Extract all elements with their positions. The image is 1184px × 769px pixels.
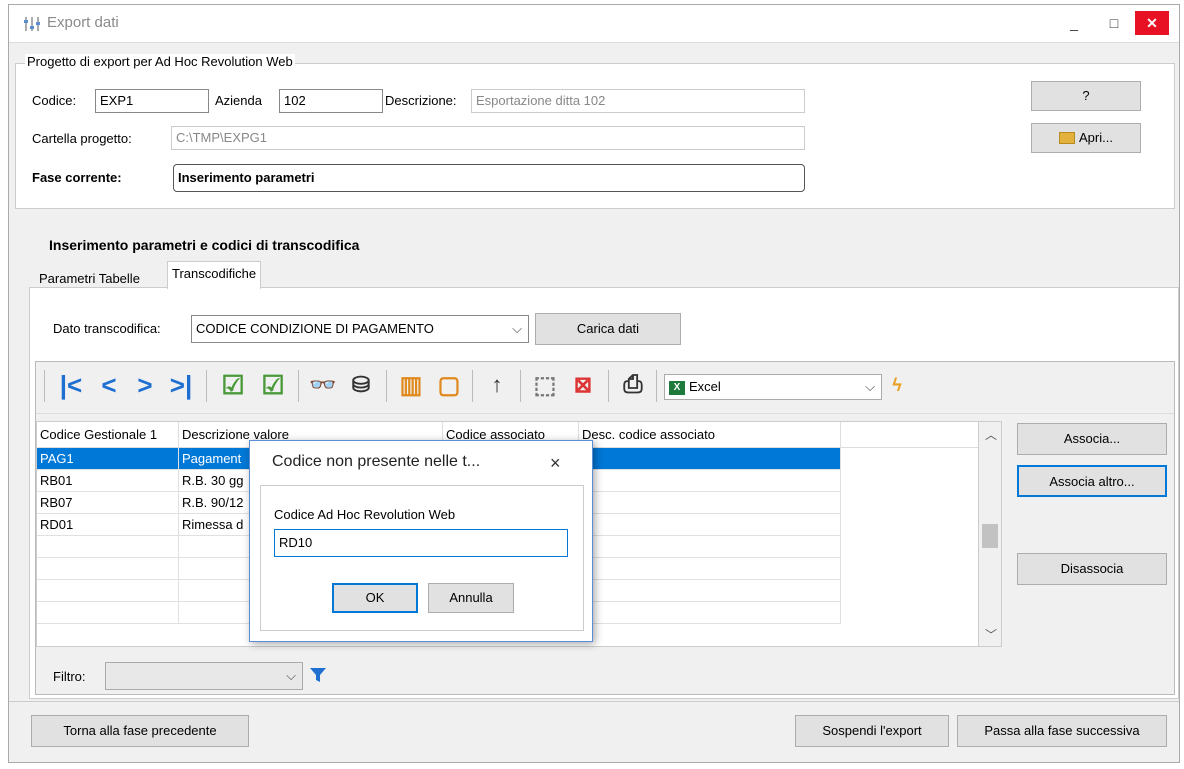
title-bar: Export dati _ □ ✕ — [9, 5, 1179, 43]
minimize-button[interactable]: _ — [1057, 11, 1091, 35]
export-format-select[interactable]: X Excel ⌵ — [664, 374, 882, 400]
cell-desc-associato — [579, 514, 841, 536]
excel-icon: X — [669, 380, 685, 395]
cartella-field[interactable]: C:\TMP\EXPG1 — [171, 126, 805, 150]
associa-button[interactable]: Associa... — [1017, 423, 1167, 455]
tab-transcodifiche[interactable]: Transcodifiche — [167, 261, 262, 289]
scroll-thumb[interactable] — [982, 524, 998, 548]
transcodifica-label: Dato transcodifica: — [53, 321, 161, 336]
ok-button[interactable]: OK — [332, 583, 418, 613]
codice-label: Codice: — [32, 93, 77, 108]
project-group-title: Progetto di export per Ad Hoc Revolution… — [25, 54, 295, 69]
cell-desc-associato — [579, 448, 841, 470]
chevron-down-icon: ⌵ — [286, 668, 296, 683]
sort-az-icon[interactable]: ↑ — [482, 370, 512, 400]
cell-codice: RD01 — [37, 514, 179, 536]
deselect-icon[interactable]: ⊠ — [568, 370, 598, 400]
column-header[interactable]: Codice Gestionale 1 — [37, 422, 179, 448]
fase-label: Fase corrente: — [32, 170, 122, 185]
cell-codice: PAG1 — [37, 448, 179, 470]
print-icon[interactable]: ⎙ — [618, 370, 648, 400]
scroll-down-icon[interactable]: ﹀ — [985, 626, 997, 643]
transcodifica-select[interactable]: CODICE CONDIZIONE DI PAGAMENTO ⌵ — [191, 315, 529, 343]
help-button[interactable]: ? — [1031, 81, 1141, 111]
next-record-icon[interactable]: > — [130, 370, 160, 400]
lightning-icon[interactable]: ϟ — [882, 370, 912, 400]
folder-icon — [1059, 131, 1076, 144]
cell-desc-associato — [579, 492, 841, 514]
cell-codice: RB01 — [37, 470, 179, 492]
codice-field[interactable]: EXP1 — [95, 89, 209, 113]
close-button[interactable]: ✕ — [1135, 11, 1169, 35]
next-phase-button[interactable]: Passa alla fase successiva — [957, 715, 1167, 747]
filtro-select[interactable]: ⌵ — [105, 662, 303, 690]
apri-label: Apri... — [1079, 130, 1113, 145]
new-document-icon[interactable]: ▢ — [434, 370, 464, 400]
sliders-icon — [24, 17, 40, 31]
dialog-close-icon[interactable]: × — [550, 453, 561, 474]
binoculars-icon[interactable]: 👓 — [308, 370, 338, 400]
descrizione-field[interactable]: Esportazione ditta 102 — [471, 89, 805, 113]
cell-desc-associato — [579, 470, 841, 492]
column-header[interactable]: Desc. codice associato — [579, 422, 841, 448]
dialog-field-label: Codice Ad Hoc Revolution Web — [274, 507, 456, 522]
fase-field: Inserimento parametri — [173, 164, 805, 192]
confirm-save-icon[interactable]: ☑ — [258, 370, 288, 400]
maximize-button[interactable]: □ — [1097, 11, 1131, 35]
confirm-icon[interactable]: ☑ — [218, 370, 248, 400]
export-format-value: Excel — [689, 379, 721, 394]
section-title: Inserimento parametri e codici di transc… — [49, 237, 360, 253]
cell-codice: RB07 — [37, 492, 179, 514]
descrizione-label: Descrizione: — [385, 93, 457, 108]
filter-icon[interactable] — [309, 666, 327, 684]
scroll-up-icon[interactable]: ︿ — [985, 426, 997, 443]
grid-toolbar: |< < > >| ☑ ☑ 👓 ⛁ ▥ ▢ ↑ ⬚ ⊠ ⎙ X Excel ⌵ ϟ — [36, 362, 1174, 414]
codice-input[interactable]: RD10 — [274, 529, 568, 557]
filtro-label: Filtro: — [53, 669, 86, 684]
export-window: Export dati _ □ ✕ Progetto di export per… — [8, 4, 1180, 763]
grid-scrollbar[interactable]: ︿ ﹀ — [978, 421, 1002, 647]
annulla-button[interactable]: Annulla — [428, 583, 514, 613]
chevron-down-icon: ⌵ — [512, 321, 522, 336]
cartella-label: Cartella progetto: — [32, 131, 132, 146]
back-button[interactable]: Torna alla fase precedente — [31, 715, 249, 747]
transcodifica-value: CODICE CONDIZIONE DI PAGAMENTO — [196, 321, 434, 336]
select-all-icon[interactable]: ⬚ — [530, 370, 560, 400]
codice-dialog: Codice non presente nelle t... × Codice … — [249, 440, 593, 642]
dialog-title: Codice non presente nelle t... — [272, 453, 481, 470]
associa-altro-button[interactable]: Associa altro... — [1017, 465, 1167, 497]
disassocia-button[interactable]: Disassocia — [1017, 553, 1167, 585]
carica-dati-button[interactable]: Carica dati — [535, 313, 681, 345]
last-record-icon[interactable]: >| — [166, 370, 196, 400]
column-header-empty — [841, 422, 979, 448]
footer-divider — [9, 701, 1179, 702]
columns-icon[interactable]: ▥ — [396, 370, 426, 400]
chevron-down-icon: ⌵ — [865, 379, 875, 394]
apri-button[interactable]: Apri... — [1031, 123, 1141, 153]
azienda-field[interactable]: 102 — [279, 89, 383, 113]
previous-record-icon[interactable]: < — [94, 370, 124, 400]
suspend-button[interactable]: Sospendi l'export — [795, 715, 949, 747]
azienda-label: Azienda — [215, 93, 262, 108]
first-record-icon[interactable]: |< — [56, 370, 86, 400]
search-next-icon[interactable]: ⛁ — [346, 370, 376, 400]
window-title: Export dati — [47, 14, 119, 31]
